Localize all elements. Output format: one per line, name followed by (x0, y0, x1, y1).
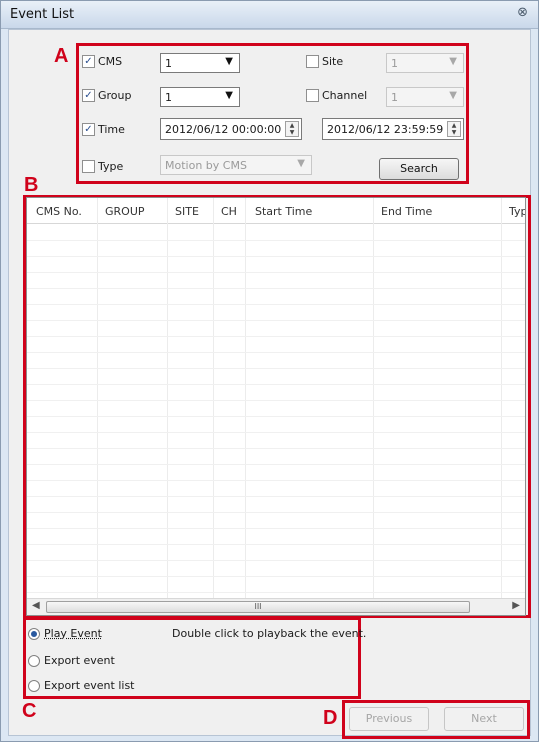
row-line (27, 416, 525, 417)
chevron-down-icon: ▼ (225, 90, 233, 101)
type-label: Type (98, 160, 124, 173)
play-event-label[interactable]: Play Event (44, 627, 102, 640)
cms-select[interactable]: 1 ▼ (160, 53, 240, 73)
row-line (27, 368, 525, 369)
export-event-label[interactable]: Export event (44, 654, 115, 667)
export-event-list-radio[interactable] (28, 680, 40, 692)
group-select-value: 1 (165, 91, 172, 104)
row-line (27, 352, 525, 353)
play-event-hint: Double click to playback the event. (172, 627, 367, 640)
row-line (27, 592, 525, 593)
annotation-label-b: B (24, 174, 39, 196)
column-header-end-time[interactable]: End Time (381, 205, 432, 218)
column-header-cms-no[interactable]: CMS No. (36, 205, 82, 218)
row-line (27, 288, 525, 289)
end-time-field[interactable]: 2012/06/12 23:59:59 ▲ ▼ (322, 118, 464, 140)
play-event-radio[interactable] (28, 628, 40, 640)
annotation-label-d: D (323, 707, 338, 729)
export-event-radio[interactable] (28, 655, 40, 667)
export-event-list-label[interactable]: Export event list (44, 679, 135, 692)
cms-checkbox[interactable]: ✓ (82, 55, 95, 68)
column-divider (167, 198, 168, 598)
channel-select[interactable]: 1 ▼ (386, 87, 464, 107)
event-table[interactable]: CMS No. GROUP SITE CH Start Time End Tim… (26, 197, 526, 616)
row-line (27, 528, 525, 529)
end-time-value: 2012/06/12 23:59:59 (327, 123, 444, 136)
row-line (27, 256, 525, 257)
chevron-down-icon: ▼ (225, 56, 233, 67)
close-icon[interactable]: ⊗ (517, 5, 528, 20)
column-divider (213, 198, 214, 598)
row-line (27, 560, 525, 561)
channel-label: Channel (322, 89, 368, 102)
end-time-spinner[interactable]: ▲ ▼ (447, 121, 461, 137)
scrollbar-thumb[interactable]: III (46, 601, 470, 613)
row-line (27, 304, 525, 305)
row-line (27, 384, 525, 385)
chevron-down-icon: ▼ (297, 158, 305, 169)
row-line (27, 448, 525, 449)
site-select-value: 1 (391, 57, 398, 70)
next-button[interactable]: Next (444, 707, 524, 731)
group-label: Group (98, 89, 132, 102)
scroll-right-icon[interactable]: ▶ (512, 600, 520, 611)
row-line (27, 432, 525, 433)
row-line (27, 336, 525, 337)
column-header-site[interactable]: SITE (175, 205, 199, 218)
spin-down-icon[interactable]: ▼ (448, 129, 460, 136)
column-divider (245, 198, 246, 598)
row-line (27, 512, 525, 513)
start-time-value: 2012/06/12 00:00:00 (165, 123, 282, 136)
start-time-field[interactable]: 2012/06/12 00:00:00 ▲ ▼ (160, 118, 302, 140)
row-line (27, 576, 525, 577)
group-checkbox[interactable]: ✓ (82, 89, 95, 102)
title-bar: Event List ⊗ (1, 1, 538, 29)
search-button[interactable]: Search (379, 158, 459, 180)
annotation-label-c: C (22, 700, 37, 722)
column-divider (97, 198, 98, 598)
scroll-left-icon[interactable]: ◀ (32, 600, 40, 611)
row-line (27, 272, 525, 273)
type-select[interactable]: Motion by CMS ▼ (160, 155, 312, 175)
type-select-value: Motion by CMS (165, 159, 247, 172)
chevron-down-icon: ▼ (449, 56, 457, 67)
column-header-ch[interactable]: CH (221, 205, 237, 218)
time-checkbox[interactable]: ✓ (82, 123, 95, 136)
group-select[interactable]: 1 ▼ (160, 87, 240, 107)
column-header-start-time[interactable]: Start Time (255, 205, 312, 218)
cms-select-value: 1 (165, 57, 172, 70)
annotation-label-a: A (54, 45, 69, 67)
spin-up-icon[interactable]: ▲ (448, 122, 460, 129)
spin-down-icon[interactable]: ▼ (286, 129, 298, 136)
chevron-down-icon: ▼ (449, 90, 457, 101)
row-line (27, 544, 525, 545)
row-line (27, 480, 525, 481)
site-label: Site (322, 55, 344, 68)
window-title: Event List (10, 7, 75, 22)
row-line (27, 400, 525, 401)
start-time-spinner[interactable]: ▲ ▼ (285, 121, 299, 137)
site-select[interactable]: 1 ▼ (386, 53, 464, 73)
previous-button[interactable]: Previous (349, 707, 429, 731)
channel-select-value: 1 (391, 91, 398, 104)
cms-label: CMS (98, 55, 123, 68)
row-line (27, 464, 525, 465)
channel-checkbox[interactable] (306, 89, 319, 102)
row-line (27, 320, 525, 321)
row-line (27, 240, 525, 241)
type-checkbox[interactable] (82, 160, 95, 173)
horizontal-scrollbar[interactable]: ◀ III ▶ (27, 598, 525, 615)
site-checkbox[interactable] (306, 55, 319, 68)
column-divider (501, 198, 502, 598)
column-header-group[interactable]: GROUP (105, 205, 145, 218)
spin-up-icon[interactable]: ▲ (286, 122, 298, 129)
row-line (27, 496, 525, 497)
column-divider (373, 198, 374, 598)
column-header-type[interactable]: Typ (509, 205, 525, 218)
time-label: Time (98, 123, 125, 136)
table-header: CMS No. GROUP SITE CH Start Time End Tim… (27, 198, 525, 224)
